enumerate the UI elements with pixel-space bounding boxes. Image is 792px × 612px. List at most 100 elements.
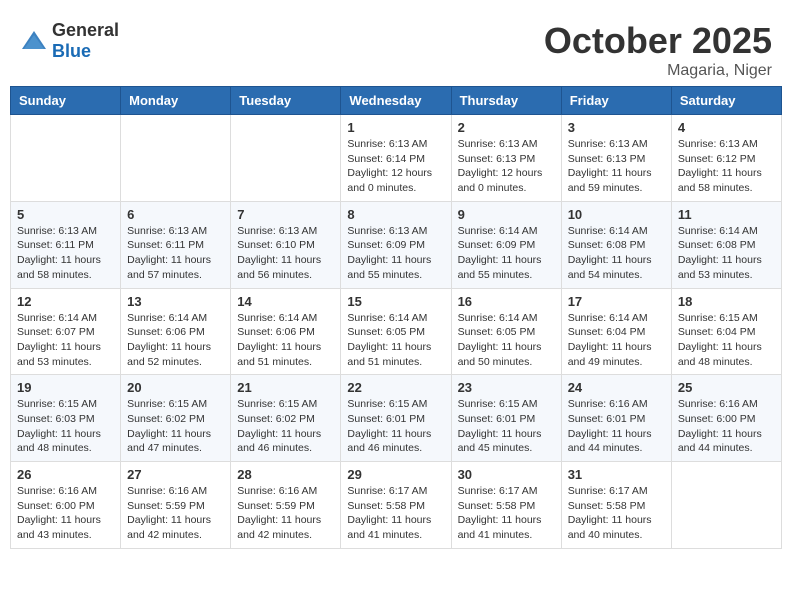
title-area: October 2025 Magaria, Niger xyxy=(544,20,772,80)
day-info: Sunrise: 6:15 AM Sunset: 6:03 PM Dayligh… xyxy=(17,397,114,456)
day-info: Sunrise: 6:14 AM Sunset: 6:04 PM Dayligh… xyxy=(568,311,665,370)
day-number: 15 xyxy=(347,294,444,309)
day-info: Sunrise: 6:15 AM Sunset: 6:01 PM Dayligh… xyxy=(458,397,555,456)
weekday-header-friday: Friday xyxy=(561,87,671,115)
day-number: 9 xyxy=(458,207,555,222)
day-number: 7 xyxy=(237,207,334,222)
day-info: Sunrise: 6:17 AM Sunset: 5:58 PM Dayligh… xyxy=(347,484,444,543)
day-number: 25 xyxy=(678,380,775,395)
day-number: 11 xyxy=(678,207,775,222)
day-number: 14 xyxy=(237,294,334,309)
weekday-header-sunday: Sunday xyxy=(11,87,121,115)
calendar-cell: 6Sunrise: 6:13 AM Sunset: 6:11 PM Daylig… xyxy=(121,201,231,288)
calendar-cell: 7 Sunrise: 6:13 AM Sunset: 6:10 PM Daylig… xyxy=(231,201,341,288)
day-info: Sunrise: 6:13 AM Sunset: 6:14 PM Dayligh… xyxy=(347,137,444,196)
calendar-cell: 14Sunrise: 6:14 AM Sunset: 6:06 PM Dayli… xyxy=(231,288,341,375)
calendar-cell: 1 Sunrise: 6:13 AM Sunset: 6:14 PM Daylig… xyxy=(341,115,451,202)
day-number: 28 xyxy=(237,467,334,482)
day-info: Sunrise: 6:14 AM Sunset: 6:05 PM Dayligh… xyxy=(458,311,555,370)
week-row-3: 19Sunrise: 6:15 AM Sunset: 6:03 PM Dayli… xyxy=(11,375,782,462)
day-info: Sunrise: 6:15 AM Sunset: 6:04 PM Dayligh… xyxy=(678,311,775,370)
day-info: Sunrise: 6:13 AM Sunset: 6:13 PM Dayligh… xyxy=(568,137,665,196)
day-number: 22 xyxy=(347,380,444,395)
day-number: 2 xyxy=(458,120,555,135)
day-number: 23 xyxy=(458,380,555,395)
day-info: Sunrise: 6:14 AM Sunset: 6:09 PM Dayligh… xyxy=(458,224,555,283)
calendar-cell: 30Sunrise: 6:17 AM Sunset: 5:58 PM Dayli… xyxy=(451,462,561,549)
day-info: Sunrise: 6:13 AM Sunset: 6:11 PM Dayligh… xyxy=(17,224,114,283)
week-row-1: 5 Sunrise: 6:13 AM Sunset: 6:11 PM Daylig… xyxy=(11,201,782,288)
calendar-cell: 28 Sunrise: 6:16 AM Sunset: 5:59 PM Dayli… xyxy=(231,462,341,549)
header: General Blue October 2025 Magaria, Niger xyxy=(10,10,782,86)
day-info: Sunrise: 6:13 AM Sunset: 6:11 PM Dayligh… xyxy=(127,224,224,283)
calendar-cell: 5 Sunrise: 6:13 AM Sunset: 6:11 PM Daylig… xyxy=(11,201,121,288)
day-number: 8 xyxy=(347,207,444,222)
day-info: Sunrise: 6:16 AM Sunset: 6:00 PM Dayligh… xyxy=(17,484,114,543)
calendar-cell: 31Sunrise: 6:17 AM Sunset: 5:58 PM Dayli… xyxy=(561,462,671,549)
calendar-cell: 24 Sunrise: 6:16 AM Sunset: 6:01 PM Dayli… xyxy=(561,375,671,462)
day-number: 27 xyxy=(127,467,224,482)
calendar-cell: 29 Sunrise: 6:17 AM Sunset: 5:58 PM Dayli… xyxy=(341,462,451,549)
calendar-cell: 10 Sunrise: 6:14 AM Sunset: 6:08 PM Dayli… xyxy=(561,201,671,288)
logo-text: General Blue xyxy=(52,20,119,62)
day-info: Sunrise: 6:13 AM Sunset: 6:13 PM Dayligh… xyxy=(458,137,555,196)
day-info: Sunrise: 6:14 AM Sunset: 6:08 PM Dayligh… xyxy=(568,224,665,283)
week-row-2: 12 Sunrise: 6:14 AM Sunset: 6:07 PM Dayli… xyxy=(11,288,782,375)
logo-general: General xyxy=(52,20,119,40)
week-row-0: 1 Sunrise: 6:13 AM Sunset: 6:14 PM Daylig… xyxy=(11,115,782,202)
day-info: Sunrise: 6:16 AM Sunset: 5:59 PM Dayligh… xyxy=(237,484,334,543)
month-title: October 2025 xyxy=(544,20,772,62)
day-number: 4 xyxy=(678,120,775,135)
day-info: Sunrise: 6:15 AM Sunset: 6:01 PM Dayligh… xyxy=(347,397,444,456)
day-info: Sunrise: 6:15 AM Sunset: 6:02 PM Dayligh… xyxy=(127,397,224,456)
weekday-header-thursday: Thursday xyxy=(451,87,561,115)
day-number: 16 xyxy=(458,294,555,309)
calendar-cell: 15 Sunrise: 6:14 AM Sunset: 6:05 PM Dayli… xyxy=(341,288,451,375)
calendar-cell: 25 Sunrise: 6:16 AM Sunset: 6:00 PM Dayli… xyxy=(671,375,781,462)
logo-icon xyxy=(20,29,48,53)
day-number: 30 xyxy=(458,467,555,482)
calendar-cell: 4 Sunrise: 6:13 AM Sunset: 6:12 PM Daylig… xyxy=(671,115,781,202)
calendar-cell xyxy=(231,115,341,202)
calendar-cell: 9 Sunrise: 6:14 AM Sunset: 6:09 PM Daylig… xyxy=(451,201,561,288)
day-number: 29 xyxy=(347,467,444,482)
calendar-cell xyxy=(671,462,781,549)
day-info: Sunrise: 6:16 AM Sunset: 5:59 PM Dayligh… xyxy=(127,484,224,543)
day-number: 1 xyxy=(347,120,444,135)
calendar-cell: 8Sunrise: 6:13 AM Sunset: 6:09 PM Daylig… xyxy=(341,201,451,288)
weekday-header-row: SundayMondayTuesdayWednesdayThursdayFrid… xyxy=(11,87,782,115)
calendar-cell: 17 Sunrise: 6:14 AM Sunset: 6:04 PM Dayli… xyxy=(561,288,671,375)
day-number: 17 xyxy=(568,294,665,309)
day-number: 26 xyxy=(17,467,114,482)
calendar-cell: 16 Sunrise: 6:14 AM Sunset: 6:05 PM Dayli… xyxy=(451,288,561,375)
calendar-cell: 26 Sunrise: 6:16 AM Sunset: 6:00 PM Dayli… xyxy=(11,462,121,549)
calendar-cell: 21Sunrise: 6:15 AM Sunset: 6:02 PM Dayli… xyxy=(231,375,341,462)
weekday-header-saturday: Saturday xyxy=(671,87,781,115)
day-info: Sunrise: 6:14 AM Sunset: 6:06 PM Dayligh… xyxy=(127,311,224,370)
day-info: Sunrise: 6:14 AM Sunset: 6:05 PM Dayligh… xyxy=(347,311,444,370)
day-info: Sunrise: 6:15 AM Sunset: 6:02 PM Dayligh… xyxy=(237,397,334,456)
calendar-cell: 18Sunrise: 6:15 AM Sunset: 6:04 PM Dayli… xyxy=(671,288,781,375)
day-number: 10 xyxy=(568,207,665,222)
calendar-cell: 12 Sunrise: 6:14 AM Sunset: 6:07 PM Dayli… xyxy=(11,288,121,375)
day-info: Sunrise: 6:16 AM Sunset: 6:00 PM Dayligh… xyxy=(678,397,775,456)
weekday-header-wednesday: Wednesday xyxy=(341,87,451,115)
calendar-cell: 11Sunrise: 6:14 AM Sunset: 6:08 PM Dayli… xyxy=(671,201,781,288)
calendar-cell: 23 Sunrise: 6:15 AM Sunset: 6:01 PM Dayli… xyxy=(451,375,561,462)
day-info: Sunrise: 6:16 AM Sunset: 6:01 PM Dayligh… xyxy=(568,397,665,456)
day-number: 24 xyxy=(568,380,665,395)
day-number: 31 xyxy=(568,467,665,482)
day-info: Sunrise: 6:13 AM Sunset: 6:12 PM Dayligh… xyxy=(678,137,775,196)
day-info: Sunrise: 6:13 AM Sunset: 6:10 PM Dayligh… xyxy=(237,224,334,283)
day-number: 12 xyxy=(17,294,114,309)
calendar: SundayMondayTuesdayWednesdayThursdayFrid… xyxy=(10,86,782,549)
calendar-cell: 2 Sunrise: 6:13 AM Sunset: 6:13 PM Daylig… xyxy=(451,115,561,202)
day-number: 5 xyxy=(17,207,114,222)
day-info: Sunrise: 6:14 AM Sunset: 6:07 PM Dayligh… xyxy=(17,311,114,370)
calendar-cell: 27 Sunrise: 6:16 AM Sunset: 5:59 PM Dayli… xyxy=(121,462,231,549)
weekday-header-tuesday: Tuesday xyxy=(231,87,341,115)
calendar-cell: 3Sunrise: 6:13 AM Sunset: 6:13 PM Daylig… xyxy=(561,115,671,202)
day-number: 20 xyxy=(127,380,224,395)
calendar-cell xyxy=(121,115,231,202)
day-number: 13 xyxy=(127,294,224,309)
